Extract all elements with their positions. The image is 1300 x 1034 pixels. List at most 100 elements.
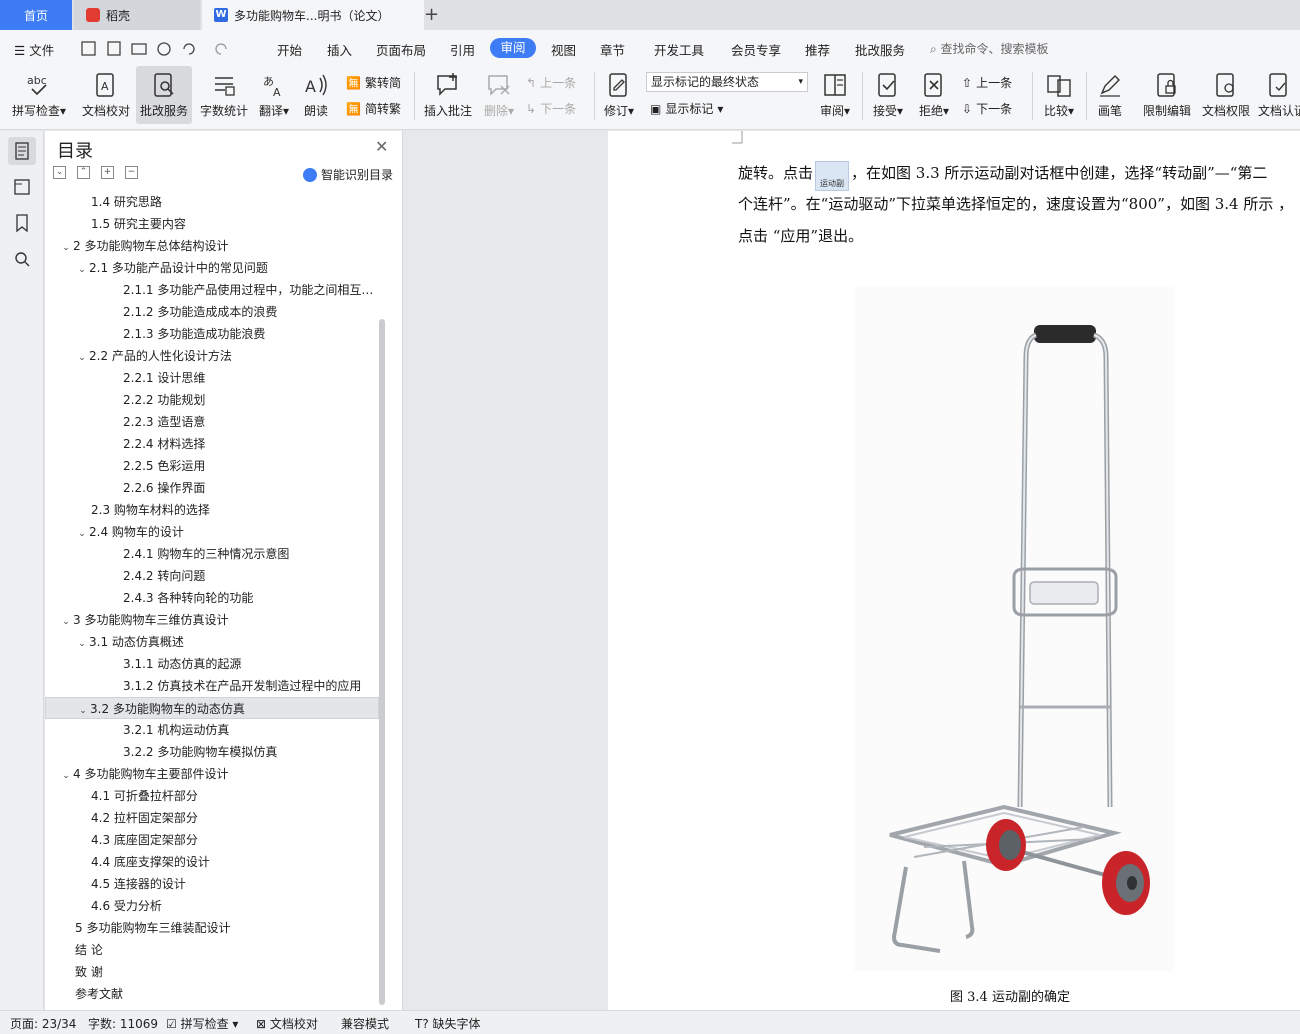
tab-document[interactable]: W 多功能购物车...明书（论文）	[202, 0, 424, 30]
pen-button[interactable]: 画笔	[1092, 66, 1128, 124]
document-page[interactable]: 旋转。点击运动副 ，在如图 3.3 所示运动副对话框中创建，选择“转动副”—“第二…	[608, 131, 1300, 1010]
prev-revision-button[interactable]: ⇧ 上一条	[962, 74, 1012, 91]
simp-to-trad-button[interactable]: 🈚 简转繁	[346, 100, 401, 117]
next-revision-button[interactable]: ⇩ 下一条	[962, 100, 1012, 117]
smart-toc-button[interactable]: 智能识别目录	[303, 166, 393, 183]
toc-item[interactable]: 3.1.1 动态仿真的起源	[45, 653, 379, 675]
toc-item[interactable]: 2.3 购物车材料的选择	[45, 499, 379, 521]
toc-item[interactable]: 1.4 研究思路	[45, 191, 379, 213]
menu-start[interactable]: 开始	[277, 40, 302, 59]
close-icon[interactable]: ✕	[375, 137, 388, 156]
menu-insert[interactable]: 插入	[327, 40, 352, 59]
page-indicator[interactable]: 页面: 23/34	[10, 1015, 76, 1032]
toc-item[interactable]: 结 论	[45, 939, 379, 961]
toc-item[interactable]: 2.4.3 各种转向轮的功能	[45, 587, 379, 609]
toc-item[interactable]: 4.2 拉杆固定架部分	[45, 807, 379, 829]
toc-item[interactable]: 2.2.6 操作界面	[45, 477, 379, 499]
toc-item[interactable]: 致 谢	[45, 961, 379, 983]
toc-item[interactable]: 2.2.4 材料选择	[45, 433, 379, 455]
remove-heading-icon[interactable]: −	[125, 166, 138, 179]
toc-item[interactable]: ⌄ 2.2 产品的人性化设计方法	[45, 345, 379, 367]
menu-layout[interactable]: 页面布局	[376, 40, 426, 59]
bookmark-icon[interactable]	[8, 209, 36, 237]
accept-button[interactable]: 接受▾	[868, 66, 908, 124]
insert-comment-button[interactable]: 插入批注	[420, 66, 476, 124]
toc-item[interactable]: 2.1.2 多功能造成成本的浪费	[45, 301, 379, 323]
toc-item[interactable]: 2.2.5 色彩运用	[45, 455, 379, 477]
toc-item[interactable]: 3.2.1 机构运动仿真	[45, 719, 379, 741]
chevron-down-icon[interactable]: ⌄	[75, 259, 89, 279]
toc-item[interactable]: 2.1.1 多功能产品使用过程中，功能之间相互影...	[45, 279, 379, 301]
toc-item[interactable]: 4.4 底座支撑架的设计	[45, 851, 379, 873]
prev-comment-button[interactable]: ↰ 上一条	[526, 74, 576, 91]
spell-check-button[interactable]: abc 拼写检查▾	[8, 66, 70, 124]
delete-comment-button[interactable]: 删除▾	[480, 66, 518, 124]
review-pane-button[interactable]: 审阅▾	[816, 66, 854, 124]
revise-button[interactable]: 修订▾	[600, 66, 638, 124]
chevron-down-icon[interactable]: ⌄	[75, 633, 89, 653]
trad-to-simp-button[interactable]: 🈚 繁转简	[346, 74, 401, 91]
chevron-down-icon[interactable]: ⌄	[59, 611, 73, 631]
doc-permission-button[interactable]: 文档权限	[1198, 66, 1254, 124]
add-heading-icon[interactable]: +	[101, 166, 114, 179]
toc-item[interactable]: 3.1.2 仿真技术在产品开发制造过程中的应用	[45, 675, 379, 697]
command-search[interactable]: ⌕ 查找命令、搜索模板	[930, 40, 1049, 57]
toc-item[interactable]: ⌄ 2.4 购物车的设计	[45, 521, 379, 543]
toc-item[interactable]: ⌄ 4 多功能购物车主要部件设计	[45, 763, 379, 785]
new-tab-icon[interactable]: +	[424, 4, 439, 25]
toc-item[interactable]: 4.3 底座固定架部分	[45, 829, 379, 851]
chevron-down-icon[interactable]: ⌄	[76, 700, 90, 718]
menu-member[interactable]: 会员专享	[731, 40, 781, 59]
toc-item[interactable]: 2.4.2 转向问题	[45, 565, 379, 587]
menu-review[interactable]: 审阅	[490, 38, 536, 58]
tab-daoke[interactable]: 稻壳	[74, 0, 200, 30]
toc-item[interactable]: ⌄ 2 多功能购物车总体结构设计	[45, 235, 379, 257]
word-count-button[interactable]: 字数统计	[196, 66, 252, 124]
toc-item[interactable]: 4.1 可折叠拉杆部分	[45, 785, 379, 807]
translate-button[interactable]: あA 翻译▾	[256, 66, 292, 124]
menu-devtools[interactable]: 开发工具	[654, 40, 704, 59]
menu-reference[interactable]: 引用	[450, 40, 475, 59]
show-markup-button[interactable]: ▣ 显示标记 ▾	[650, 100, 723, 117]
toc-item[interactable]: 5 多功能购物车三维装配设计	[45, 917, 379, 939]
chevron-down-icon[interactable]: ⌄	[59, 237, 73, 257]
quick-access-icons[interactable]	[80, 40, 240, 58]
reject-button[interactable]: 拒绝▾	[914, 66, 954, 124]
doc-proof-status[interactable]: ⊠ 文档校对	[256, 1015, 318, 1032]
file-menu[interactable]: ☰ 文件	[14, 40, 54, 59]
menu-correction[interactable]: 批改服务	[855, 40, 905, 59]
markup-state-select[interactable]: 显示标记的最终状态 ▾	[646, 72, 808, 92]
toc-item[interactable]: 2.4.1 购物车的三种情况示意图	[45, 543, 379, 565]
doc-cert-button[interactable]: 文档认证	[1258, 66, 1300, 124]
toc-item[interactable]: ⌄ 3.1 动态仿真概述	[45, 631, 379, 653]
doc-proof-button[interactable]: A 文档校对	[78, 66, 134, 124]
menu-chapter[interactable]: 章节	[600, 40, 625, 59]
toc-item[interactable]: 参考文献	[45, 983, 379, 1005]
toc-item[interactable]: ⌄ 3.2 多功能购物车的动态仿真	[45, 697, 379, 719]
search-icon[interactable]	[8, 245, 36, 273]
chevron-down-icon[interactable]: ⌄	[75, 523, 89, 543]
correction-service-button[interactable]: 批改服务	[136, 66, 192, 124]
word-count-status[interactable]: 字数: 11069	[88, 1015, 158, 1032]
toc-item[interactable]: ⌄ 3 多功能购物车三维仿真设计	[45, 609, 379, 631]
toc-item[interactable]: 2.1.3 多功能造成功能浪费	[45, 323, 379, 345]
tab-home[interactable]: 首页	[0, 0, 72, 30]
toc-item[interactable]: 2.2.1 设计思维	[45, 367, 379, 389]
next-comment-button[interactable]: ↳ 下一条	[526, 100, 576, 117]
nav-pane-icon[interactable]	[8, 173, 36, 201]
compare-button[interactable]: 比较▾	[1038, 66, 1080, 124]
toc-item[interactable]: 2.2.3 造型语意	[45, 411, 379, 433]
toc-item[interactable]: 1.5 研究主要内容	[45, 213, 379, 235]
toc-item[interactable]: 3.2.2 多功能购物车模拟仿真	[45, 741, 379, 763]
menu-recommend[interactable]: 推荐	[805, 40, 830, 59]
toc-item[interactable]: 4.6 受力分析	[45, 895, 379, 917]
spell-check-status[interactable]: ☑ 拼写检查 ▾	[166, 1015, 238, 1032]
read-aloud-button[interactable]: A 朗读	[298, 66, 334, 124]
toc-panel-icon[interactable]	[8, 137, 36, 165]
toc-item[interactable]: ⌄ 2.1 多功能产品设计中的常见问题	[45, 257, 379, 279]
toc-item[interactable]: 4.5 连接器的设计	[45, 873, 379, 895]
restrict-edit-button[interactable]: 限制编辑	[1140, 66, 1194, 124]
menu-view[interactable]: 视图	[551, 40, 576, 59]
chevron-down-icon[interactable]: ⌄	[59, 765, 73, 785]
collapse-all-icon[interactable]: ⌄	[53, 166, 66, 179]
